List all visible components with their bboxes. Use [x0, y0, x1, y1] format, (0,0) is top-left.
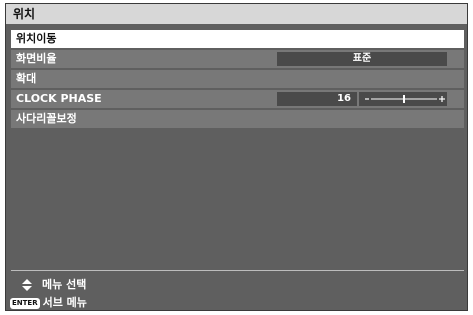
footer-divider — [11, 270, 464, 271]
menu-item-label: 위치이동 — [16, 32, 57, 45]
enter-key-icon: ENTER — [10, 297, 40, 309]
slider-thumb — [403, 95, 405, 103]
menu-item-label: 화면비율 — [16, 52, 57, 65]
help-navigate-label: 메뉴 선택 — [42, 278, 87, 291]
clock-phase-slider[interactable] — [359, 92, 447, 106]
menu-item-label: 확대 — [16, 72, 37, 85]
up-down-arrows-icon — [22, 279, 32, 291]
menu-item-position-shift[interactable]: 위치이동 — [11, 30, 464, 48]
menu-item-label: 사다리꼴보정 — [16, 112, 77, 125]
menu-title: 위치 — [6, 4, 467, 24]
menu-item-keystone[interactable]: 사다리꼴보정 — [11, 110, 464, 128]
menu-item-clock-phase[interactable]: CLOCK PHASE 16 — [11, 90, 464, 108]
menu-item-label: CLOCK PHASE — [16, 92, 102, 105]
aspect-ratio-value[interactable]: 표준 — [277, 52, 447, 66]
menu-item-aspect-ratio[interactable]: 화면비율 표준 — [11, 50, 464, 68]
clock-phase-value: 16 — [277, 92, 357, 106]
help-submenu: ENTER 서브 메뉴 — [10, 294, 87, 310]
osd-menu-panel: 위치 위치이동 화면비율 표준 확대 CLOCK PHASE 16 사다리꼴보정… — [5, 3, 468, 311]
help-submenu-label: 서브 메뉴 — [42, 296, 87, 309]
help-navigate: 메뉴 선택 — [22, 276, 86, 292]
menu-item-zoom[interactable]: 확대 — [11, 70, 464, 88]
menu-list: 위치이동 화면비율 표준 확대 CLOCK PHASE 16 사다리꼴보정 — [11, 30, 464, 130]
